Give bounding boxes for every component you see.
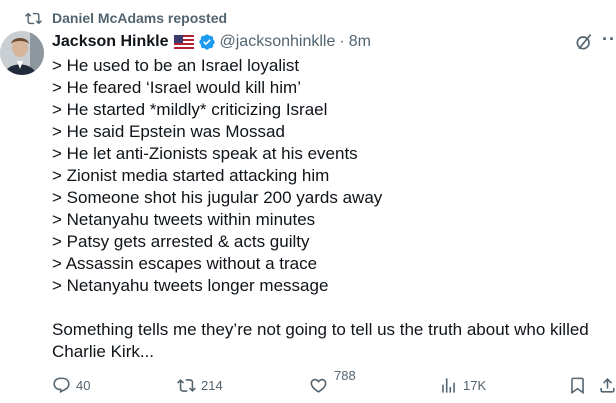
tweet-closing-line: Something tells me they’re not going to … — [52, 320, 589, 339]
tweet-line: > He used to be an Israel loyalist — [52, 56, 300, 75]
repost-label: Daniel McAdams reposted — [52, 10, 228, 26]
share-icon — [598, 376, 616, 395]
views-chart-icon — [439, 376, 458, 395]
grok-icon[interactable] — [574, 32, 594, 52]
author-handle[interactable]: @jacksonhinklle — [220, 33, 336, 51]
heart-icon — [309, 376, 328, 395]
repost-count: 214 — [201, 378, 223, 393]
action-bar: 40 214 788 17K — [52, 368, 616, 402]
author-name[interactable]: Jackson Hinkle — [52, 33, 169, 51]
views-button[interactable]: 17K — [439, 376, 486, 395]
tweet-line: > Netanyahu tweets longer message — [52, 276, 329, 295]
more-options-icon[interactable]: ·· — [602, 30, 616, 52]
tweet-line: > He feared ‘Israel would kill him’ — [52, 78, 301, 97]
avatar[interactable] — [0, 31, 44, 75]
tweet-closing-line: Charlie Kirk... — [52, 342, 155, 361]
tweet-line: > He started *mildly* criticizing Israel — [52, 100, 328, 119]
tweet-line: > Someone shot his jugular 200 yards awa… — [52, 188, 383, 207]
tweet-line: > Patsy gets arrested & acts guilty — [52, 232, 310, 251]
tweet-line: > Zionist media started attacking him — [52, 166, 330, 185]
time-separator: · — [339, 33, 345, 50]
like-count: 788 — [334, 368, 356, 383]
tweet-line: > He said Epstein was Mossad — [52, 122, 285, 141]
tweet-header: Jackson Hinkle @jacksonhinklle · 8m — [52, 31, 616, 53]
reply-icon — [52, 376, 71, 395]
verified-badge-icon[interactable] — [198, 33, 216, 51]
bookmark-icon — [568, 376, 587, 395]
bookmark-button[interactable] — [568, 376, 587, 395]
repost-indicator[interactable]: Daniel McAdams reposted — [25, 8, 227, 28]
views-count: 17K — [463, 378, 487, 393]
reply-button[interactable]: 40 — [52, 376, 90, 395]
reply-count: 40 — [76, 378, 91, 393]
tweet-text: > He used to be an Israel loyalist > He … — [52, 55, 616, 363]
us-flag-icon — [173, 35, 194, 49]
tweet-line: > Assassin escapes without a trace — [52, 254, 318, 273]
tweet-line: > Netanyahu tweets within minutes — [52, 210, 316, 229]
repost-icon — [25, 10, 42, 27]
like-button[interactable] — [309, 376, 328, 395]
repost-button[interactable]: 214 — [177, 376, 223, 395]
repost-action-icon — [177, 376, 196, 395]
timestamp[interactable]: 8m — [349, 33, 371, 51]
tweet-line: > He let anti-Zionists speak at his even… — [52, 144, 358, 163]
share-button[interactable] — [598, 376, 616, 395]
